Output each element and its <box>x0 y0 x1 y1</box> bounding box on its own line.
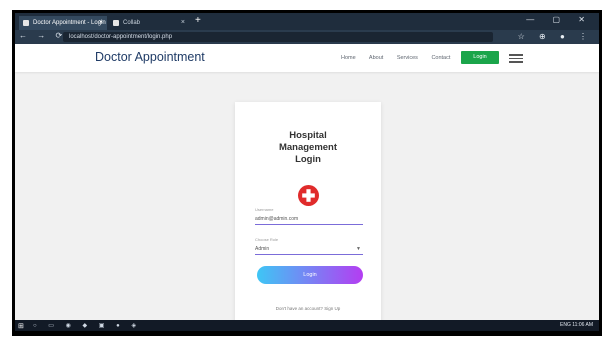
window-controls[interactable]: — ▢ ✕ <box>526 15 593 24</box>
page-favicon-icon <box>113 20 119 26</box>
medical-cross-icon <box>298 185 319 206</box>
extension-icons[interactable]: ☆ ⊕ ● ⋮ <box>518 32 593 41</box>
tab-strip: Doctor Appointment - Login × Collab × + … <box>15 13 599 30</box>
system-tray[interactable]: ENG 11:06 AM <box>560 322 593 328</box>
signup-link[interactable]: Don't have an account? Sign Up <box>235 306 381 311</box>
username-field[interactable]: admin@admin.com <box>255 214 363 225</box>
role-select[interactable]: Admin ▼ <box>255 244 363 255</box>
login-submit-button[interactable]: Login <box>257 266 363 284</box>
site-navbar: Doctor Appointment Home About Services C… <box>15 44 599 72</box>
nav-login-button[interactable]: Login <box>461 51 499 64</box>
site-menu: Home About Services Contact <box>341 55 462 61</box>
login-title: Hospital Management Login <box>235 130 381 166</box>
menu-item-home[interactable]: Home <box>341 55 356 61</box>
title-line: Management <box>278 142 338 153</box>
login-card: Hospital Management Login Username admin… <box>235 102 381 331</box>
username-label: Username <box>255 207 274 212</box>
tab-doctor-appointment[interactable]: Doctor Appointment - Login × <box>19 16 107 30</box>
taskbar-app-icons[interactable]: ○ ▭ ◉ ◆ ▣ ● ◈ <box>33 322 141 329</box>
menu-item-services[interactable]: Services <box>397 55 418 61</box>
url-input[interactable]: localhost/doctor-appointment/login.php <box>63 32 493 42</box>
chevron-down-icon: ▼ <box>356 246 361 252</box>
tab-label: Doctor Appointment - Login <box>33 20 106 26</box>
hamburger-menu-icon[interactable] <box>509 52 523 63</box>
screenshot-frame: Doctor Appointment - Login × Collab × + … <box>12 10 602 336</box>
windows-taskbar: ⊞ ○ ▭ ◉ ◆ ▣ ● ◈ ENG 11:06 AM <box>15 320 599 331</box>
menu-item-about[interactable]: About <box>369 55 383 61</box>
brand-logo[interactable]: Doctor Appointment <box>95 50 205 64</box>
role-selected-value: Admin <box>255 246 270 252</box>
page-favicon-icon <box>23 20 29 26</box>
menu-item-contact[interactable]: Contact <box>431 55 450 61</box>
tab-collab[interactable]: Collab × <box>109 16 189 30</box>
navigation-buttons[interactable]: ← → ⟳ <box>19 31 66 40</box>
role-label: Choose Role <box>255 237 279 242</box>
close-tab-icon[interactable]: × <box>181 16 185 30</box>
address-bar-row: ← → ⟳ localhost/doctor-appointment/login… <box>15 30 599 44</box>
title-line: Hospital <box>289 130 327 141</box>
close-tab-icon[interactable]: × <box>99 16 103 30</box>
new-tab-button[interactable]: + <box>195 15 201 26</box>
title-line: Login <box>295 154 321 165</box>
tab-label: Collab <box>123 20 141 26</box>
windows-start-icon[interactable]: ⊞ <box>18 322 24 330</box>
browser-window: Doctor Appointment - Login × Collab × + … <box>15 13 599 331</box>
